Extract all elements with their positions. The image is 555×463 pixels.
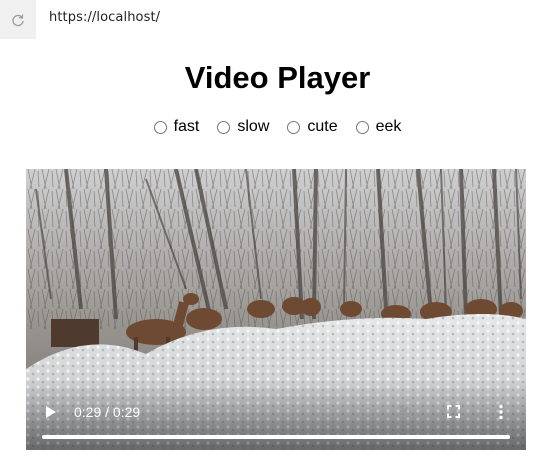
progress-fill bbox=[42, 435, 510, 439]
video-controls: 0:29 / 0:29 bbox=[26, 380, 526, 450]
radio-cute[interactable] bbox=[287, 120, 301, 134]
url-text[interactable]: https://localhost/ bbox=[49, 10, 160, 25]
speed-label-fast: fast bbox=[173, 118, 200, 135]
reload-icon bbox=[12, 13, 24, 26]
reload-button[interactable] bbox=[0, 0, 36, 39]
radio-slow[interactable] bbox=[217, 120, 231, 134]
more-options-icon[interactable] bbox=[498, 404, 504, 420]
play-icon[interactable] bbox=[44, 404, 58, 420]
time-display: 0:29 / 0:29 bbox=[74, 404, 141, 420]
browser-address-bar: https://localhost/ bbox=[0, 0, 555, 39]
speed-label-slow: slow bbox=[237, 118, 270, 135]
speed-option-eek[interactable]: eek bbox=[355, 118, 402, 136]
radio-eek[interactable] bbox=[355, 120, 369, 134]
radio-fast[interactable] bbox=[153, 120, 167, 134]
speed-label-cute: cute bbox=[307, 118, 338, 135]
progress-bar[interactable] bbox=[42, 435, 510, 439]
speed-option-cute[interactable]: cute bbox=[287, 118, 338, 136]
speed-options: fast slow cute eek bbox=[0, 118, 555, 136]
speed-option-slow[interactable]: slow bbox=[217, 118, 269, 136]
speed-option-fast[interactable]: fast bbox=[153, 118, 200, 136]
video-player[interactable]: 0:29 / 0:29 bbox=[26, 169, 526, 450]
page-title: Video Player bbox=[184, 60, 371, 95]
fullscreen-icon[interactable] bbox=[447, 405, 460, 418]
speed-label-eek: eek bbox=[375, 118, 402, 135]
muted-icon[interactable] bbox=[398, 404, 414, 420]
